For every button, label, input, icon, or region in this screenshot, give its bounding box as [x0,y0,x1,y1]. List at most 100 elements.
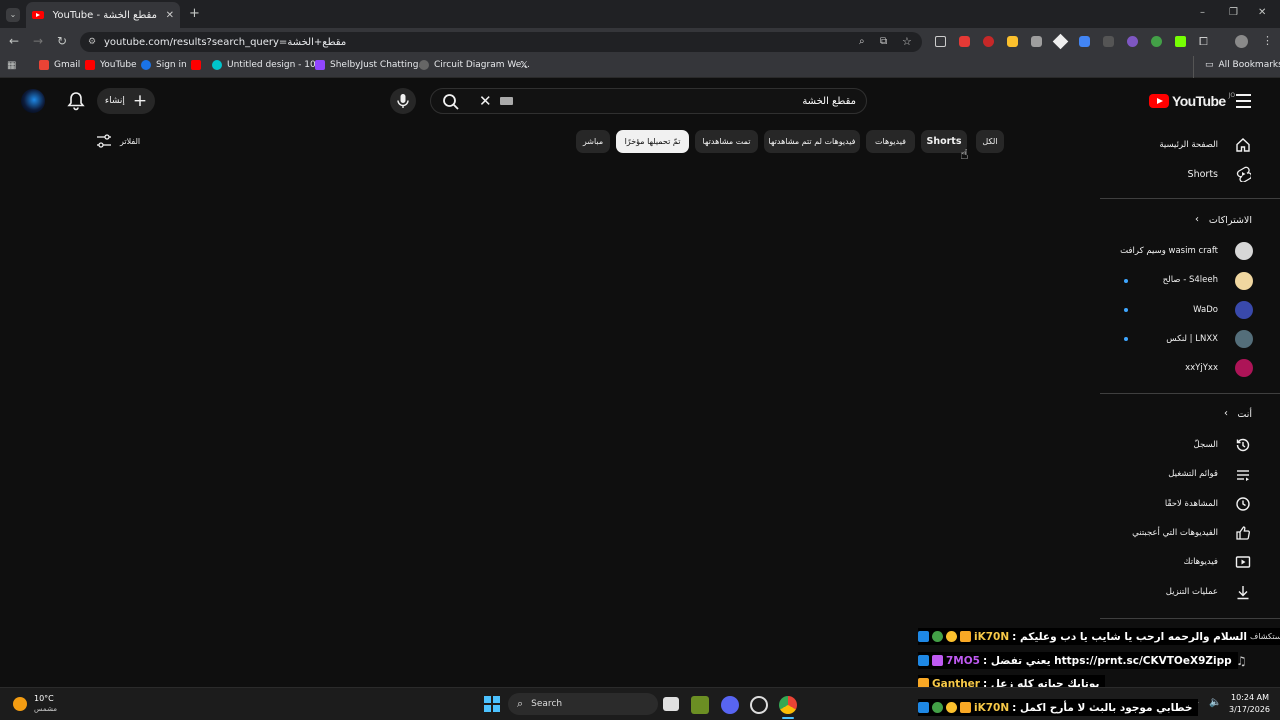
minecraft-icon[interactable] [691,696,709,714]
chrome-taskbar-icon[interactable] [779,696,797,714]
sidebar-item-history[interactable]: السجلّ [1194,440,1218,450]
bookmark-x[interactable]: 𝕏 [520,60,528,71]
close-tab-icon[interactable]: ✕ [166,10,174,21]
forward-icon[interactable]: → [33,35,43,47]
profile-avatar[interactable] [1235,35,1248,48]
bookmark-star-icon[interactable]: ☆ [902,35,912,48]
clock-time[interactable]: 10:24 AM [1229,693,1269,702]
sidebar-item-home[interactable]: الصفحة الرئيسية [1159,140,1218,150]
sidebar-channel-wasim[interactable]: وسيم كرافت wasim craft [1120,246,1218,256]
keyboard-icon[interactable] [500,97,513,105]
bookmark-sign-in[interactable]: Sign in [141,60,187,70]
canva-icon [212,60,222,70]
sidebar-item-playlists[interactable]: قوائم التشغيل [1168,469,1218,479]
extension-9-icon[interactable] [1127,36,1138,47]
sidebar-channel-s4leeh[interactable]: صالح - S4leeh [1163,275,1218,285]
sidebar-subscriptions-header[interactable]: الاشتراكات [1209,215,1252,226]
bookmark-youtube[interactable]: YouTube [85,60,137,70]
sidebar-item-downloads[interactable]: عمليات التنزيل [1166,587,1218,597]
voice-search-button[interactable] [390,88,416,114]
volume-icon[interactable]: 🔈 [1209,697,1221,708]
verified-icon [932,631,943,642]
maximize-icon[interactable]: ❐ [1229,8,1238,18]
bookmark-youtube-2[interactable] [191,60,201,70]
install-icon[interactable]: ⧉ [880,36,887,47]
chip-all[interactable]: الكل [976,130,1004,153]
sidebar-item-your-videos[interactable]: فيديوهاتك [1184,557,1218,567]
channel-avatar-lnxx [1235,330,1253,348]
sidebar-item-watch-later[interactable]: المشاهدة لاحقًا [1165,499,1218,509]
sidebar-channel-wado[interactable]: WaDo [1193,305,1218,315]
notifications-bell-icon[interactable] [66,91,86,111]
sidebar-channel-lnxx[interactable]: لنكس | LNXX [1166,334,1218,344]
account-avatar[interactable] [21,89,45,113]
youtube-logo[interactable]: YouTube JO [1149,92,1235,109]
extension-3-icon[interactable] [983,36,994,47]
extension-1-icon[interactable] [935,36,946,47]
chip-recently-uploaded[interactable]: تمّ تحميلها مؤخرًا [616,130,689,153]
search-icon[interactable] [441,92,461,112]
create-button[interactable]: إنشاء + [97,88,155,114]
clock-date[interactable]: 3/17/2026 [1229,705,1270,714]
filters-button[interactable]: الفلاتر [96,134,140,148]
weather-sun-icon[interactable] [13,697,27,711]
extension-8-icon[interactable] [1103,36,1114,47]
bookmark-label: ShelbyJust Chatting... [330,60,427,70]
zoom-icon[interactable]: ⌕ [859,36,865,47]
chrome-menu-icon[interactable]: ⋮ [1262,34,1273,47]
browser-tab[interactable]: YouTube - مقطع الخشة ✕ [26,2,180,28]
your-videos-icon [1234,553,1252,571]
weather-desc: مشمس [34,705,57,713]
search-input[interactable]: مقطع الخشة [430,88,867,114]
discord-icon[interactable] [721,696,739,714]
bookmark-gmail[interactable]: Gmail [39,60,80,70]
new-tab-icon[interactable]: + [189,7,200,20]
extension-10-icon[interactable] [1151,36,1162,47]
all-bookmarks[interactable]: ▭ All Bookmarks [1205,60,1280,70]
extension-11-icon[interactable] [1175,36,1186,47]
youtube-favicon-icon [32,11,44,19]
extension-4-icon[interactable] [1007,36,1018,47]
steam-icon[interactable] [750,696,768,714]
minimize-icon[interactable]: – [1200,8,1205,18]
hamburger-menu-icon[interactable] [1236,94,1251,108]
extensions-puzzle-icon[interactable]: ⧠ [1199,35,1208,49]
apps-grid-icon[interactable]: ▦ [7,61,16,71]
chat-message: 7MO5 : يعني تفضل https://prnt.sc/CKVTOeX… [918,652,1238,669]
sidebar-you-header[interactable]: أنت [1237,409,1252,420]
close-window-icon[interactable]: ✕ [1258,8,1266,18]
bookmark-twitch[interactable]: ShelbyJust Chatting... [315,60,427,70]
sidebar-item-liked-videos[interactable]: الفيديوهات التي أعجبتني [1132,528,1218,538]
task-view-icon[interactable] [663,697,679,711]
extension-5-icon[interactable] [1031,36,1042,47]
chip-unwatched[interactable]: فيديوهات لم تتم مشاهدتها [764,130,860,153]
extension-7-icon[interactable] [1079,36,1090,47]
reload-icon[interactable]: ↻ [57,35,67,47]
clear-search-icon[interactable]: ✕ [479,92,492,110]
folder-icon: ▭ [1205,60,1214,70]
badge-icon [918,655,929,666]
chat-message: iK70N : السلام والرحمه ارحب يا شايب يا د… [918,628,1280,645]
chip-videos[interactable]: فيديوهات [866,130,915,153]
youtube-play-logo-icon [1149,94,1169,108]
chat-username: iK70N [974,630,1010,643]
windows-start-icon[interactable] [484,696,500,712]
chip-live[interactable]: مباشر [576,130,610,153]
taskbar-search-box[interactable]: ⌕ Search [508,693,658,715]
history-icon [1234,436,1252,454]
back-icon[interactable]: ← [9,35,19,47]
chip-watched[interactable]: تمت مشاهدتها [695,130,758,153]
weather-temp[interactable]: 10°C [34,694,54,703]
taskbar-search-label: Search [531,699,563,709]
tab-search-icon[interactable]: ⌄ [6,8,20,22]
site-info-icon[interactable]: ⚙ [88,37,96,47]
bookmark-label: Untitled design - 10... [227,60,325,70]
sidebar-item-shorts[interactable]: Shorts [1188,169,1218,180]
bookmark-circuit[interactable]: Circuit Diagram We... [419,60,530,70]
bookmark-canva[interactable]: Untitled design - 10... [212,60,324,70]
badge-icon [918,631,929,642]
extension-2-icon[interactable] [959,36,970,47]
bookmark-label: Sign in [156,60,187,70]
address-bar[interactable]: ⚙ youtube.com/results?search_query=مقطع+… [80,32,922,52]
sidebar-channel-xxyjyxx[interactable]: xxYjYxx [1185,363,1218,373]
